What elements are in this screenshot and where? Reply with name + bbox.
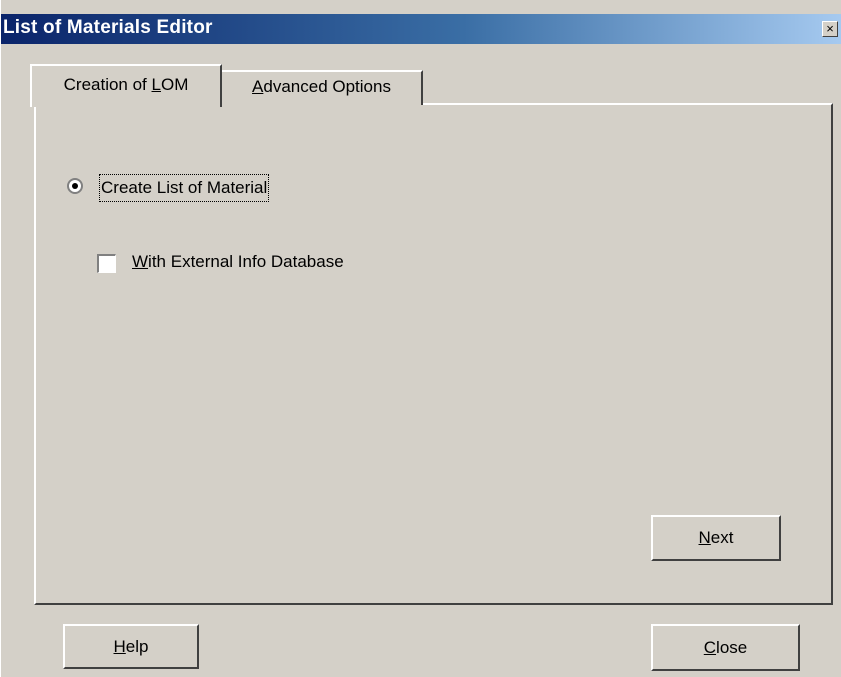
tab-label-mnemonic: L	[151, 75, 161, 94]
close-label-rest: lose	[716, 638, 748, 657]
title-bar[interactable]: List of Materials Editor ×	[1, 14, 841, 44]
tab-label-mnemonic: A	[252, 77, 264, 96]
tab-advanced-options[interactable]: Advanced Options	[222, 70, 423, 105]
help-label-rest: elp	[125, 637, 149, 656]
dialog-window: List of Materials Editor × Creation of L…	[0, 0, 841, 677]
next-button[interactable]: Next	[651, 515, 781, 561]
next-mnemonic: N	[698, 528, 711, 547]
tab-creation-of-lom[interactable]: Creation of LOM	[30, 64, 222, 107]
close-button[interactable]: Close	[651, 624, 800, 671]
help-button[interactable]: Help	[63, 624, 199, 669]
checkbox-mnemonic: W	[132, 252, 149, 271]
tab-label-pre: Creation of	[63, 75, 152, 94]
tab-label-post: dvanced Options	[263, 77, 391, 96]
close-mnemonic: C	[703, 638, 717, 657]
external-info-checkbox[interactable]	[97, 254, 116, 273]
help-mnemonic: H	[113, 637, 126, 656]
create-lom-radio-label[interactable]: Create List of Material	[99, 174, 270, 202]
next-label-rest: ext	[710, 528, 734, 547]
window-title: List of Materials Editor	[3, 17, 213, 38]
close-icon[interactable]: ×	[822, 21, 838, 37]
tab-label-post: OM	[160, 75, 189, 94]
radio-selected-dot	[72, 183, 78, 189]
external-info-checkbox-label[interactable]: With External Info Database	[132, 252, 344, 272]
create-lom-radio[interactable]	[67, 178, 83, 194]
checkbox-label-rest: ith External Info Database	[148, 252, 344, 271]
